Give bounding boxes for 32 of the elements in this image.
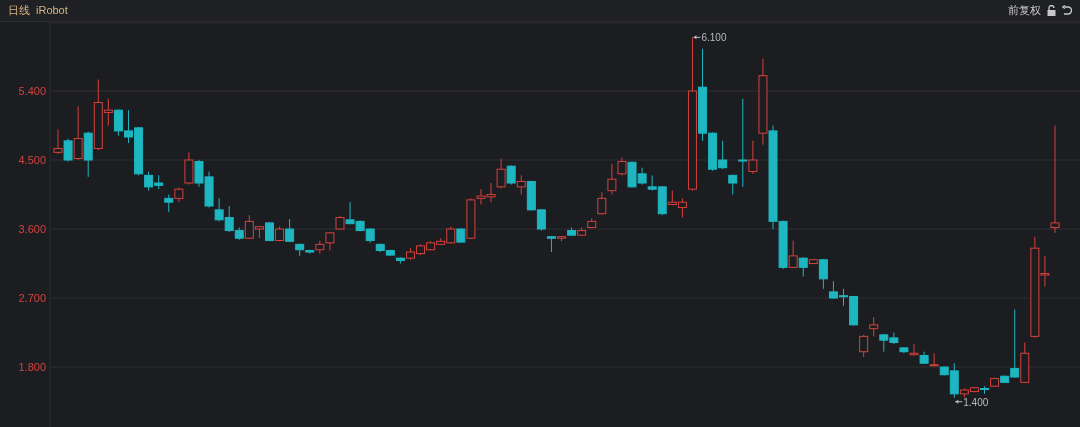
candlestick bbox=[909, 343, 919, 357]
candlestick bbox=[53, 128, 63, 155]
y-axis-label: 4.500 bbox=[18, 154, 46, 166]
candlestick bbox=[325, 231, 335, 251]
arrow-icon bbox=[954, 399, 963, 404]
undo-icon[interactable] bbox=[1062, 5, 1072, 16]
candlestick bbox=[184, 151, 194, 186]
arrow-icon bbox=[692, 35, 701, 40]
candlestick bbox=[73, 105, 83, 161]
candlestick bbox=[738, 98, 748, 188]
adjust-mode[interactable]: 前复权 bbox=[1008, 2, 1041, 19]
candlestick bbox=[859, 334, 869, 358]
y-axis-label: 1.800 bbox=[18, 361, 46, 374]
candlestick bbox=[1050, 125, 1060, 234]
min-price-label: 1.400 bbox=[963, 396, 989, 408]
y-axis-label: 3.600 bbox=[18, 223, 46, 236]
candlestick bbox=[496, 157, 506, 189]
candlestick bbox=[818, 258, 828, 290]
candlestick bbox=[607, 163, 617, 196]
y-axis-label: 2.700 bbox=[18, 292, 46, 305]
stock-name: iRobot bbox=[36, 3, 68, 19]
candlestick bbox=[63, 138, 73, 163]
candlestick bbox=[748, 140, 758, 175]
y-axis-label: 5.400 bbox=[18, 85, 46, 97]
candlestick bbox=[798, 256, 808, 278]
candlestick bbox=[869, 316, 879, 337]
candlestick bbox=[788, 240, 798, 269]
unlock-icon[interactable] bbox=[1047, 5, 1056, 16]
period-label: 日线 bbox=[8, 3, 30, 19]
candlestick bbox=[506, 164, 516, 186]
candlestick bbox=[516, 174, 526, 196]
max-price-label: 6.100 bbox=[701, 32, 727, 44]
